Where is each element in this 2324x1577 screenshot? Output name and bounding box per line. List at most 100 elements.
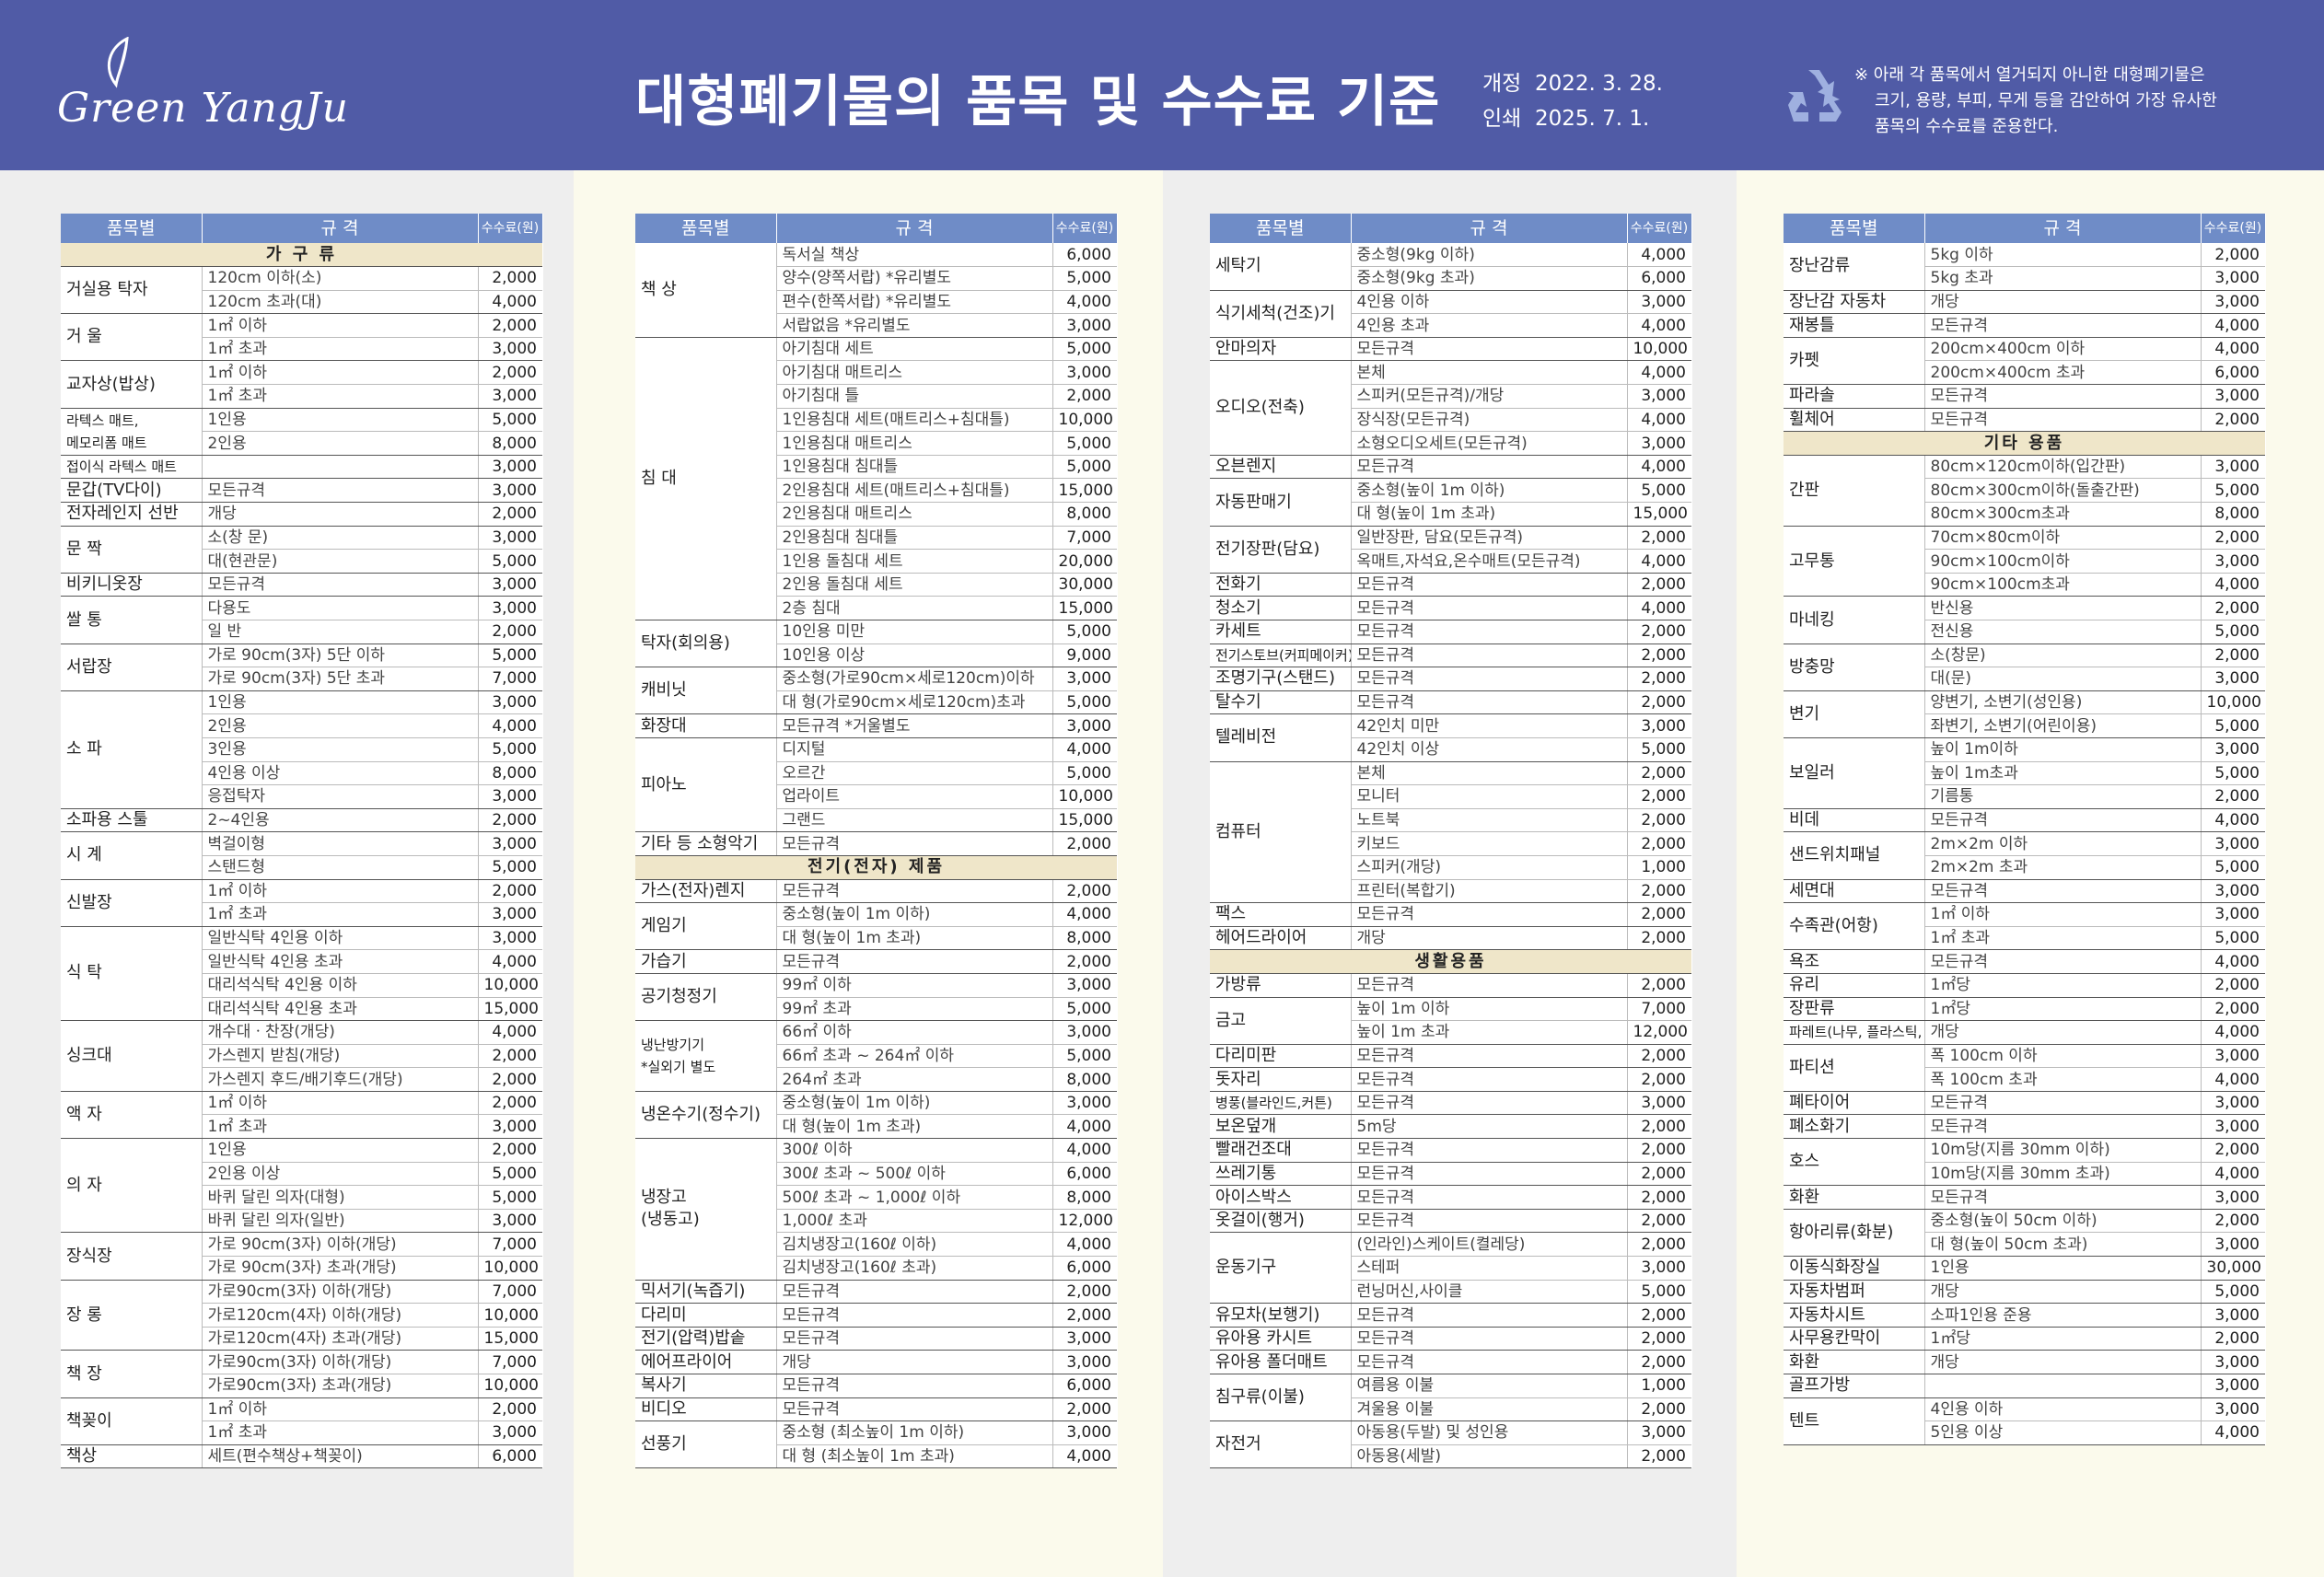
item-fee: 2,000 (1052, 831, 1117, 856)
item-name: 옷걸이(행거) (1210, 1209, 1351, 1234)
item-spec: 중소형(높이 1m 이하) (775, 1091, 1052, 1116)
item-fee: 5,000 (477, 855, 542, 880)
item-spec: 모든규격 (201, 478, 478, 504)
item-fee: 3,000 (477, 337, 542, 362)
table-row: 간판 80cm×120cm이하(입간판) 3,000 (1784, 455, 2265, 527)
item-fee: 2,000 (1626, 784, 1691, 809)
item-spec: 중소형(높이 1m 이하) (1350, 478, 1627, 504)
item-fee: 30,000 (1052, 573, 1117, 597)
item-fee: 10,000 (1052, 784, 1117, 809)
item-fee: 3,000 (477, 526, 542, 551)
item-fee: 2,000 (1626, 526, 1691, 551)
item-name: 방충망 (1784, 644, 1924, 691)
revised-date: 2022. 3. 28. (1534, 72, 1663, 96)
item-name: 서랍장 (61, 644, 202, 691)
item-fee: 5,000 (477, 1162, 542, 1187)
section-row: 생활용품 (1210, 949, 1691, 974)
item-fee: 3,000 (2200, 902, 2265, 927)
note-line: 품목의 수수료를 준용한다. (1875, 117, 2059, 136)
item-spec: 99㎡ 초과 (775, 997, 1052, 1022)
item-spec: 대리석식탁 4인용 이하 (201, 973, 478, 998)
item-spec: 높이 1m 초과 (1350, 1020, 1627, 1045)
item-spec: 모든규격 (775, 831, 1052, 856)
item-spec: 300ℓ 이하 (775, 1138, 1052, 1163)
item-fee: 2,000 (477, 1397, 542, 1422)
header-spec: 규 격 (776, 214, 1053, 243)
item-spec: 가로 90cm(3자) 5단 이하 (201, 644, 478, 668)
item-fee: 5,000 (477, 644, 542, 668)
item-fee: 2,000 (1626, 1232, 1691, 1258)
item-fee: 3,000 (2200, 455, 2265, 480)
item-fee: 3,000 (2200, 266, 2265, 291)
item-fee: 10,000 (2200, 690, 2265, 715)
item-name: 냉온수기(정수기) (635, 1091, 776, 1140)
item-spec: 오르간 (775, 761, 1052, 786)
item-fee: 4,000 (1052, 737, 1117, 762)
item-fee: 3,000 (2200, 384, 2265, 409)
item-fee: 5,000 (477, 737, 542, 762)
item-fee: 3,000 (2200, 1232, 2265, 1258)
item-fee: 4,000 (1626, 360, 1691, 386)
item-name: 마네킹 (1784, 596, 1924, 644)
item-spec: 아동용(두발) 및 성인용 (1350, 1420, 1627, 1445)
table-row: 소파용 스툴 2~4인용 2,000 (61, 808, 542, 833)
section-heading: 기타 용품 (1784, 431, 2265, 456)
item-spec: 1㎡ 초과 (201, 1114, 478, 1140)
table-row: 옷걸이(행거) 모든규격 2,000 (1210, 1209, 1691, 1234)
item-spec: 1㎡당 (1923, 973, 2201, 998)
item-name: 탈수기 (1210, 690, 1351, 715)
item-spec: 모든규격 (1350, 573, 1627, 597)
table-row: 접이식 라텍스 매트 3,000 (61, 455, 542, 480)
item-fee: 2,000 (1052, 879, 1117, 904)
table-row: 피아노 디지털 4,000 (635, 737, 1117, 833)
item-spec: 모든규격 (1923, 408, 2201, 433)
item-fee: 6,000 (477, 1444, 542, 1469)
item-fee: 4,000 (1052, 1114, 1117, 1140)
item-name: 조명기구(스탠드) (1210, 667, 1351, 691)
table-row: 팩스 모든규격 2,000 (1210, 902, 1691, 927)
leaf-icon (107, 37, 129, 88)
item-fee: 6,000 (1052, 1256, 1117, 1281)
item-fee: 8,000 (2200, 502, 2265, 527)
item-spec: 좌변기, 소변기(어린이용) (1923, 713, 2201, 738)
item-spec: 300ℓ 초과 ~ 500ℓ 이하 (775, 1162, 1052, 1187)
item-name: 유아용 카시트 (1210, 1327, 1351, 1351)
item-fee: 2,000 (477, 1091, 542, 1116)
header-fee: 수수료(원) (1627, 214, 1692, 243)
table-row: 유아용 폴더매트 모든규격 2,000 (1210, 1350, 1691, 1374)
table-row: 전화기 모든규격 2,000 (1210, 573, 1691, 597)
item-spec: 모든규격 (1923, 1091, 2201, 1116)
item-name: 전화기 (1210, 573, 1351, 597)
table-header: 품목별 규 격 수수료(원) (1784, 214, 2266, 243)
item-spec: 개당 (1923, 290, 2201, 315)
item-fee: 2,000 (1626, 1067, 1691, 1092)
item-name: 가방류 (1210, 973, 1351, 998)
section-row: 기타 용품 (1784, 431, 2265, 456)
table-row: 캐비닛 중소형(가로90cm×세로120cm)이하 3,000 (635, 667, 1117, 715)
table-row: 유아용 카시트 모든규격 2,000 (1210, 1327, 1691, 1351)
item-spec: 가로120cm(4자) 이하(개당) (201, 1303, 478, 1328)
item-spec: 모든규격 (1350, 1067, 1627, 1092)
item-spec: 1인용침대 침대틀 (775, 455, 1052, 480)
item-name: 폐소화기 (1784, 1114, 1924, 1140)
item-spec: 스피커(모든규격)/개당 (1350, 384, 1627, 409)
item-name: 휠체어 (1784, 408, 1924, 433)
item-name: 파티션 (1784, 1044, 1924, 1092)
item-name: 가습기 (635, 949, 776, 974)
item-name: 장식장 (61, 1232, 202, 1281)
table-header-row: 품목별 규 격 수수료(원) (61, 214, 543, 243)
item-spec: 벽걸이형 (201, 831, 478, 856)
item-fee: 4,000 (1052, 1444, 1117, 1469)
item-spec: 서랍없음 *유리별도 (775, 313, 1052, 338)
item-fee: 3,000 (1626, 1091, 1691, 1116)
item-spec: 모든규격 (1350, 1327, 1627, 1351)
item-fee: 5,000 (2200, 478, 2265, 504)
item-spec: 2~4인용 (201, 808, 478, 833)
table-header: 품목별 규 격 수수료(원) (61, 214, 543, 243)
fee-table-column-4: 품목별 규 격 수수료(원) 장난감류 5kg 이하 2,000 5kg 초과 3,000 장난… (1784, 214, 2266, 1445)
table-row: 비키니옷장 모든규격 3,000 (61, 573, 542, 597)
item-fee: 3,000 (1052, 973, 1117, 998)
item-spec: 2인용침대 침대틀 (775, 526, 1052, 551)
table-row: 보일러 높이 1m이하 3,000 (1784, 737, 2265, 809)
item-spec: 본체 (1350, 360, 1627, 386)
